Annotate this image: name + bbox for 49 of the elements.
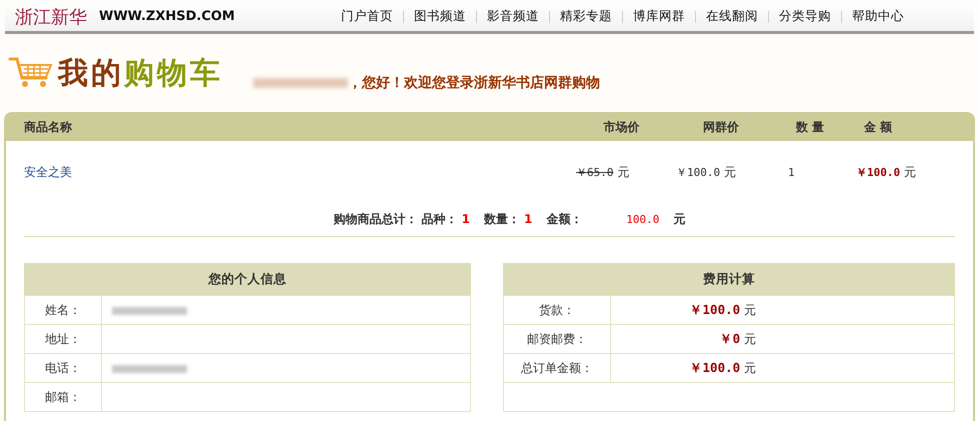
- site-url: WWW.ZXHSD.COM: [99, 9, 235, 24]
- currency-unit: 元: [673, 211, 686, 228]
- currency-unit: 元: [744, 302, 756, 316]
- market-price: ￥65.0: [576, 166, 614, 178]
- column-header: 网群价: [702, 119, 740, 136]
- greeting-text: ，您好！欢迎您登录浙新华书店网群购物: [348, 74, 600, 92]
- summary-label: 购物商品总计：: [334, 211, 418, 228]
- column-header: 金 额: [862, 119, 893, 136]
- column-header: 市场价: [602, 119, 641, 136]
- nav-link[interactable]: 分类导购: [769, 8, 841, 25]
- nav-link[interactable]: 精彩专题: [550, 8, 622, 25]
- field-label: 地址：: [24, 324, 102, 354]
- nav-link[interactable]: 帮助中心: [842, 8, 914, 25]
- price: ￥100.0: [676, 166, 720, 178]
- amount: ￥100.0: [856, 166, 900, 178]
- fee-amount: ￥0: [720, 330, 740, 346]
- nav-link[interactable]: 在线翻阅: [696, 8, 768, 25]
- nav-link[interactable]: 门户首页: [331, 8, 403, 25]
- table-title: 费用计算: [504, 264, 954, 296]
- quantity: 1: [787, 166, 796, 178]
- table-title: 您的个人信息: [24, 264, 470, 296]
- summary-label: 品种：: [422, 211, 458, 228]
- field-label: 姓名：: [24, 296, 102, 324]
- shopping-cart-icon: [8, 56, 54, 90]
- currency-unit: 元: [744, 332, 756, 346]
- fee-amount: ￥100.0: [690, 302, 740, 316]
- fee-amount: ￥100.0: [690, 360, 740, 374]
- currency-unit: 元: [724, 164, 736, 178]
- fee-label: 邮资邮费：: [504, 324, 610, 354]
- currency-unit: 元: [617, 164, 630, 178]
- field-label: 电话：: [24, 354, 102, 382]
- summary-value: 1: [524, 212, 532, 226]
- column-header: 数 量: [794, 119, 826, 136]
- summary-value: 1: [462, 212, 470, 226]
- fee-label: 总订单金额：: [504, 354, 610, 382]
- summary-label: 数量：: [484, 211, 520, 228]
- site-logo[interactable]: 浙江新华: [15, 4, 87, 28]
- summary-label: 金额：: [546, 211, 582, 228]
- currency-unit: 元: [904, 164, 916, 178]
- product-link[interactable]: 安全之美: [6, 164, 576, 180]
- currency-unit: 元: [744, 360, 756, 374]
- page-title: 我的购物车: [58, 55, 223, 93]
- nav-link[interactable]: 影音频道: [477, 8, 549, 25]
- nav-link[interactable]: 博库网群: [623, 8, 695, 25]
- summary-total: 100.0: [626, 213, 660, 226]
- field-label: 邮箱：: [24, 382, 102, 412]
- fee-label: 货款：: [504, 296, 610, 324]
- nav-link[interactable]: 图书频道: [404, 8, 476, 25]
- column-header: 商品名称: [23, 119, 73, 136]
